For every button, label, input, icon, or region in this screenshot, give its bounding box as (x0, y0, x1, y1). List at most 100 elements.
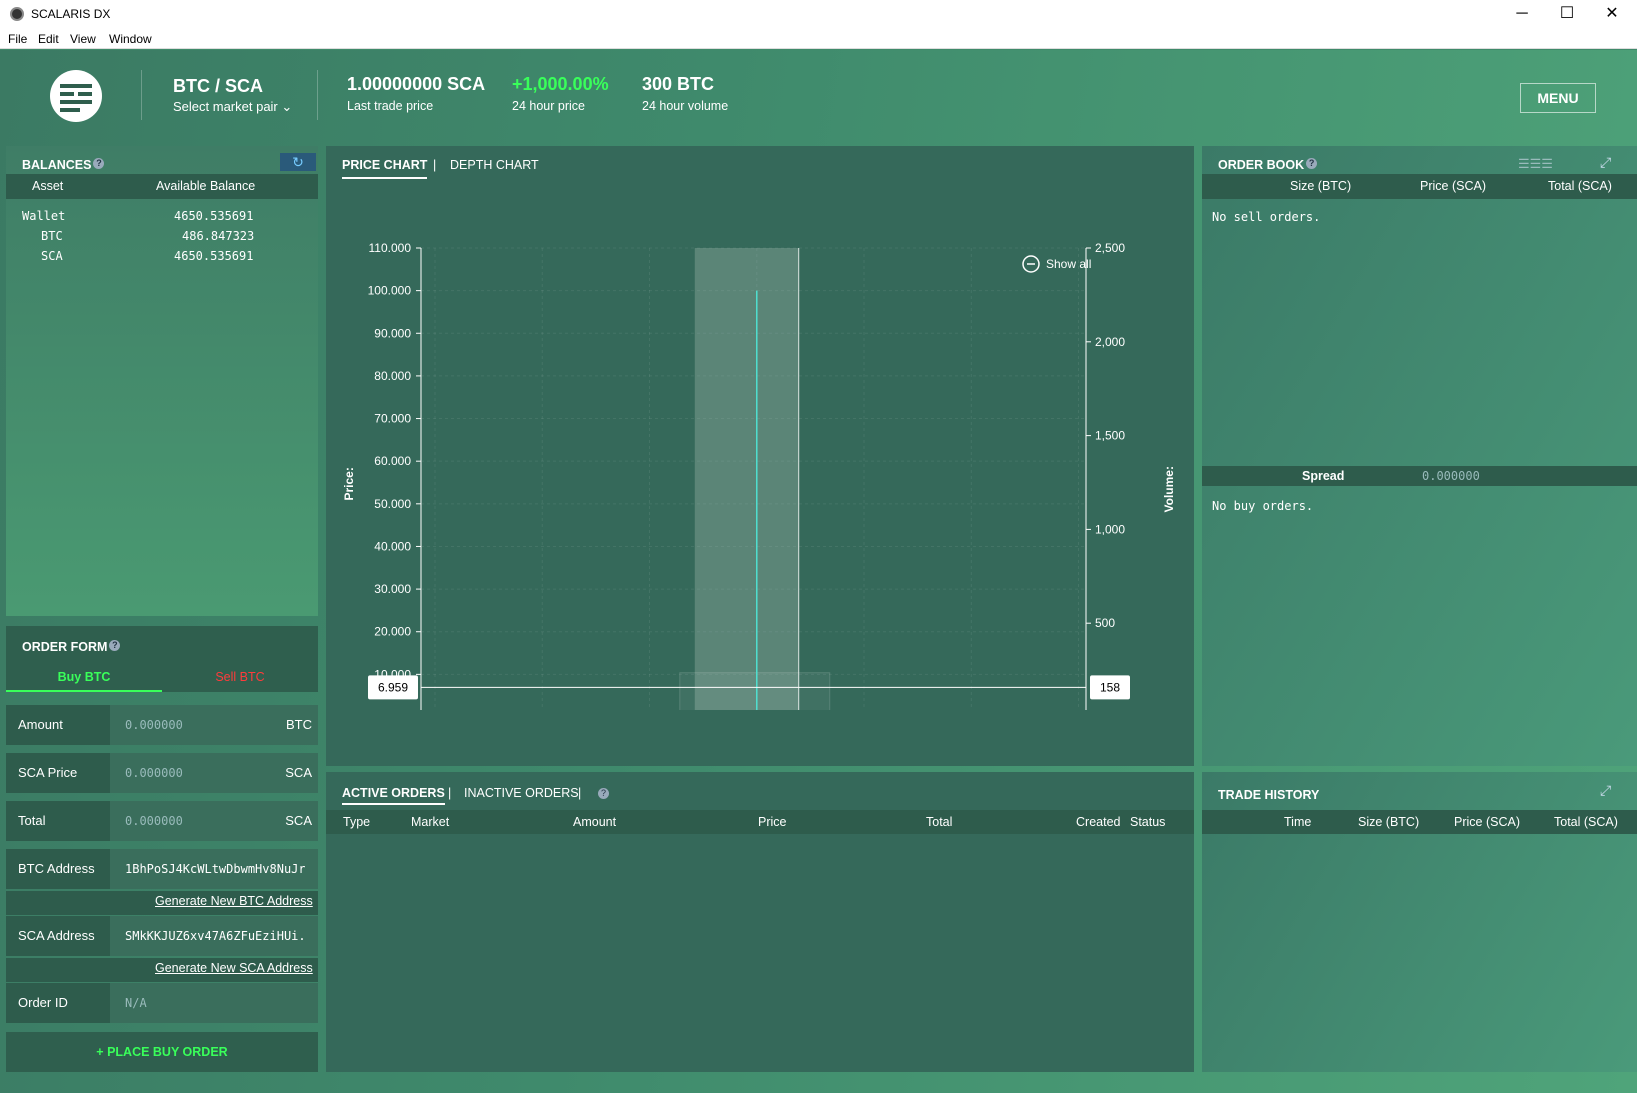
y2-tick-label: 2,000 (1095, 335, 1125, 349)
divider (141, 70, 142, 120)
amount-input[interactable]: 0.000000 BTC (110, 705, 318, 745)
y2-tick-label: 500 (1095, 616, 1115, 630)
tab-sell-btc[interactable]: Sell BTC (162, 666, 318, 692)
btc-address-label: BTC Address (18, 861, 95, 876)
total-input[interactable]: 0.000000 SCA (110, 801, 318, 841)
place-buy-order-button[interactable]: + PLACE BUY ORDER (6, 1032, 318, 1072)
menu-window[interactable]: Window (109, 32, 152, 46)
price-unit: SCA (285, 765, 312, 780)
generate-sca-address-link[interactable]: Generate New SCA Address (155, 961, 313, 975)
show-all-button[interactable]: Show all (1046, 257, 1091, 271)
order-book-header: Size (BTC) Price (SCA) Total (SCA) (1202, 174, 1637, 199)
order-form-header: ORDER FORM? (6, 626, 318, 666)
expand-icon[interactable]: ⤢ (1600, 154, 1611, 171)
balance-value: 4650.535691 (174, 209, 254, 223)
total-unit: SCA (285, 813, 312, 828)
col-asset: Asset (32, 179, 64, 193)
menu-view[interactable]: View (70, 32, 96, 46)
order-id-label: Order ID (18, 995, 68, 1010)
trade-history-panel: TRADE HISTORY ⤢ Time Size (BTC) Price (S… (1202, 772, 1637, 1072)
price-input[interactable]: 0.000000 SCA (110, 753, 318, 793)
spread-value: 0.000000 (1422, 469, 1480, 483)
refresh-icon[interactable]: ↻ (280, 153, 316, 171)
minimize-icon[interactable]: ─ (1500, 2, 1544, 26)
col-size: Size (BTC) (1358, 815, 1420, 829)
btc-address-row: BTC Address 1BhPoSJ4KcWLtwDbwmHv8NuJr (6, 849, 318, 889)
order-id-input[interactable]: N/A (110, 983, 318, 1023)
volume-bar (679, 672, 831, 710)
y-tick-label: 110.000 (369, 241, 412, 255)
col-size: Size (BTC) (1290, 179, 1352, 193)
y2-axis-label: Volume: (1162, 466, 1176, 512)
col-status: Status (1130, 815, 1166, 829)
col-price: Price (758, 815, 787, 829)
menu-edit[interactable]: Edit (38, 32, 59, 46)
menu-file[interactable]: File (8, 32, 27, 46)
balance-asset: Wallet (22, 209, 66, 223)
orders-panel: ACTIVE ORDERS | INACTIVE ORDERS | ? Type… (326, 772, 1194, 1072)
price-value: 0.000000 (125, 766, 183, 780)
order-id-value: N/A (125, 996, 147, 1010)
app-root: BTC / SCA Select market pair ⌄ 1.0000000… (0, 50, 1637, 1093)
trade-history-header: Time Size (BTC) Price (SCA) Total (SCA) (1202, 810, 1637, 834)
y-tick-label: 20.000 (374, 625, 411, 639)
app-icon (10, 7, 24, 21)
y-axis-label: Price: (342, 467, 356, 500)
y-tick-label: 80.000 (374, 369, 411, 383)
sca-address-label: SCA Address (18, 928, 95, 943)
col-price: Price (SCA) (1420, 179, 1486, 193)
crosshair-volume-label: 158 (1100, 680, 1120, 694)
tab-active-orders[interactable]: ACTIVE ORDERS (342, 786, 445, 805)
menu-bar: File Edit View Window (0, 28, 1637, 49)
logo-icon (50, 70, 102, 122)
amount-unit: BTC (286, 717, 312, 732)
col-total: Total (SCA) (1548, 179, 1612, 193)
tab-price-chart[interactable]: PRICE CHART (342, 158, 428, 179)
tab-buy-btc[interactable]: Buy BTC (6, 666, 162, 692)
total-label: Total (18, 813, 46, 828)
col-amount: Amount (573, 815, 617, 829)
tab-separator: | (578, 786, 582, 800)
price-row: SCA Price 0.000000 SCA (6, 753, 318, 793)
market-pair-select[interactable]: Select market pair ⌄ (173, 99, 292, 115)
price-change-label: 24 hour price (512, 99, 585, 113)
balance-value: 4650.535691 (174, 249, 254, 263)
spread-row: Spread 0.000000 (1202, 466, 1637, 486)
y-tick-label: 100.000 (368, 284, 412, 298)
expand-icon[interactable]: ⤢ (1600, 782, 1611, 799)
help-icon[interactable]: ? (109, 640, 121, 651)
balances-header: Asset Available Balance (6, 174, 318, 199)
y-tick-label: 50.000 (374, 497, 411, 511)
y-tick-label: 60.000 (374, 454, 411, 468)
no-sell-orders: No sell orders. (1212, 210, 1321, 224)
y-tick-label: 70.000 (374, 412, 411, 426)
col-market: Market (411, 815, 450, 829)
col-total: Total (SCA) (1554, 815, 1618, 829)
sca-address-row: SCA Address SMkKKJUZ6xv47A6ZFuEziHUi. (6, 916, 318, 956)
tab-inactive-orders[interactable]: INACTIVE ORDERS (464, 786, 579, 800)
order-book-title: ORDER BOOK? (1218, 158, 1318, 172)
order-form-title: ORDER FORM? (22, 640, 121, 654)
generate-btc-address-link[interactable]: Generate New BTC Address (155, 894, 313, 908)
col-type: Type (343, 815, 371, 829)
menu-button[interactable]: MENU (1520, 83, 1596, 113)
price-chart[interactable]: 0.00010.00020.00030.00040.00050.00060.00… (326, 190, 1186, 710)
btc-address-input[interactable]: 1BhPoSJ4KcWLtwDbwmHv8NuJr (110, 849, 318, 889)
close-icon[interactable]: ✕ (1590, 2, 1634, 26)
help-icon[interactable]: ? (1306, 158, 1318, 169)
order-book-view-icon[interactable]: ☰☰☰ (1518, 156, 1553, 172)
y-tick-label: 30.000 (374, 582, 411, 596)
balance-value: 486.847323 (182, 229, 255, 243)
balance-asset: BTC (41, 229, 63, 243)
btc-address-value: 1BhPoSJ4KcWLtwDbwmHv8NuJr (125, 862, 305, 876)
help-icon[interactable]: ? (598, 788, 609, 799)
col-total: Total (926, 815, 953, 829)
tab-depth-chart[interactable]: DEPTH CHART (450, 158, 539, 172)
window-titlebar: SCALARIS DX ─ ☐ ✕ (0, 0, 1637, 28)
balances-title: BALANCES? (22, 158, 105, 172)
volume-24h: 300 BTC (642, 74, 715, 94)
maximize-icon[interactable]: ☐ (1545, 2, 1589, 26)
total-value: 0.000000 (125, 814, 183, 828)
help-icon[interactable]: ? (93, 158, 105, 169)
sca-address-input[interactable]: SMkKKJUZ6xv47A6ZFuEziHUi. (110, 916, 318, 956)
